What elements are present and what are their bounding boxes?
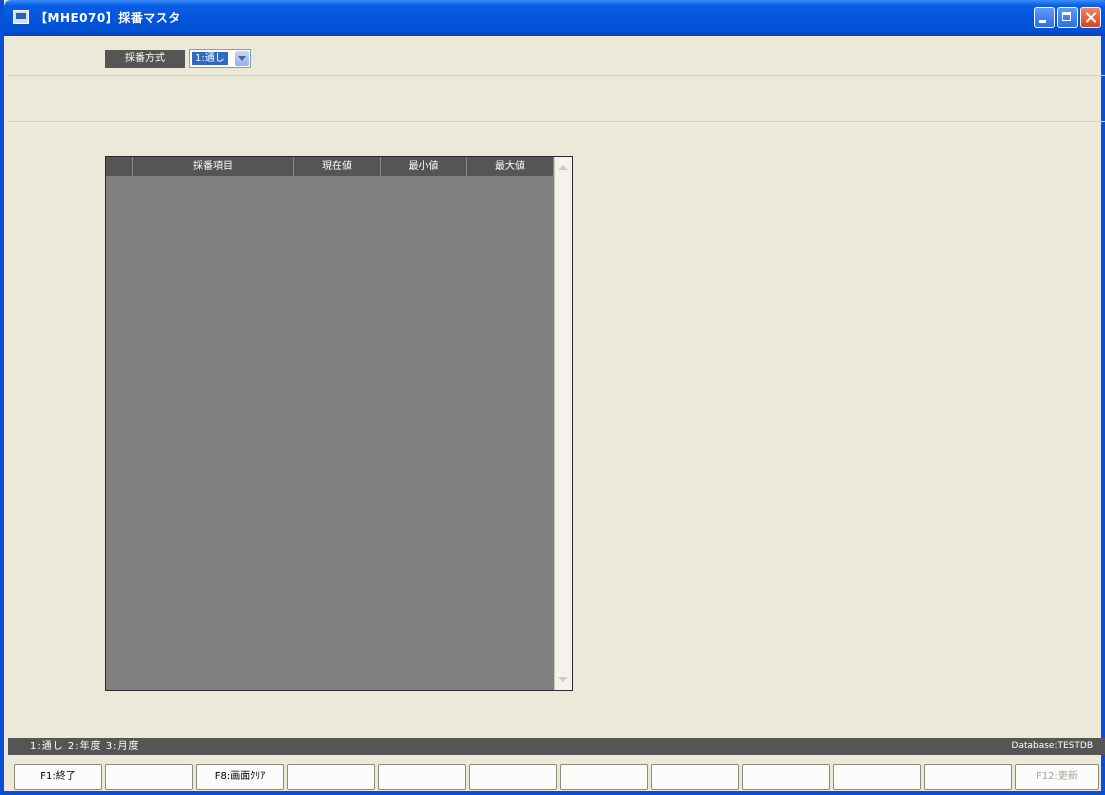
maximize-icon[interactable] — [1057, 7, 1078, 28]
window-title: 【MHE070】採番マスタ — [35, 11, 181, 25]
title-bar[interactable]: 【MHE070】採番マスタ — [4, 0, 1105, 36]
f4-button[interactable] — [287, 764, 375, 790]
numbering-method-select[interactable]: 1:通し — [189, 49, 251, 68]
grid-column-header-rowselector[interactable] — [106, 157, 133, 176]
grid-header: 採番項目 現在値 最小値 最大値 — [106, 157, 554, 176]
f8-clear-screen-button[interactable]: F8:画面ｸﾘｱ — [196, 764, 284, 790]
chevron-down-icon[interactable] — [235, 51, 249, 66]
f9-button[interactable] — [742, 764, 830, 790]
numbering-method-value: 1:通し — [192, 52, 228, 65]
grid-vertical-scrollbar[interactable] — [554, 157, 572, 690]
scroll-up-icon[interactable] — [558, 165, 568, 170]
function-key-bar: F1:終了 F8:画面ｸﾘｱ F12:更新 — [14, 764, 1102, 790]
f8-button[interactable] — [651, 764, 739, 790]
f7-button[interactable] — [560, 764, 648, 790]
separator-line — [8, 121, 1105, 122]
f5-button[interactable] — [378, 764, 466, 790]
numbering-grid[interactable]: 採番項目 現在値 最小値 最大値 — [105, 156, 573, 691]
close-icon[interactable] — [1080, 7, 1101, 28]
f12-update-button[interactable]: F12:更新 — [1015, 764, 1099, 790]
status-hint: 1:通し 2:年度 3:月度 — [30, 741, 140, 752]
f10-button[interactable] — [833, 764, 921, 790]
f6-button[interactable] — [469, 764, 557, 790]
f2-button[interactable] — [105, 764, 193, 790]
separator-line — [8, 75, 1105, 76]
numbering-method-label: 採番方式 — [105, 50, 185, 68]
app-window-icon[interactable] — [13, 10, 29, 24]
grid-column-header-max[interactable]: 最大値 — [467, 157, 554, 176]
f11-button[interactable] — [924, 764, 1012, 790]
application-window: 【MHE070】採番マスタ 採番方式 1:通し 採番項目 現在値 最小値 最大値… — [0, 0, 1105, 795]
grid-column-header-min[interactable]: 最小値 — [381, 157, 467, 176]
grid-column-header-current[interactable]: 現在値 — [294, 157, 381, 176]
f1-exit-button[interactable]: F1:終了 — [14, 764, 102, 790]
scroll-down-icon[interactable] — [558, 677, 568, 682]
status-bar: 1:通し 2:年度 3:月度 Database:TESTDB — [8, 738, 1105, 755]
minimize-icon[interactable] — [1034, 7, 1055, 28]
database-indicator: Database:TESTDB — [1011, 741, 1093, 751]
grid-column-header-item[interactable]: 採番項目 — [133, 157, 294, 176]
